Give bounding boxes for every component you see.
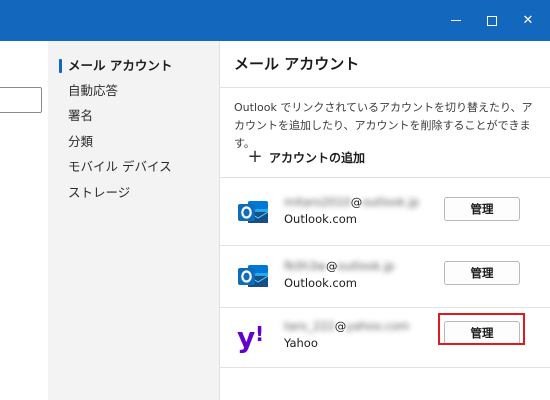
email-domain: outlook.jp	[362, 195, 420, 209]
nav-item-mail-accounts[interactable]: メール アカウント	[68, 55, 172, 77]
email-domain: yahoo.com	[346, 319, 410, 333]
description: Outlook でリンクされているアカウントを切り替えたり、アカウントを追加した…	[234, 101, 533, 150]
highlight-box	[438, 313, 525, 345]
maximize-icon	[487, 15, 497, 26]
svg-text:y: y	[237, 321, 255, 353]
left-pane	[0, 41, 48, 400]
nav-item-categories[interactable]: 分類	[68, 131, 93, 153]
plus-icon: +	[247, 146, 263, 167]
search-input[interactable]	[0, 87, 42, 113]
account-provider: Outlook.com	[284, 276, 357, 290]
manage-button[interactable]: 管理	[444, 197, 520, 221]
manage-button[interactable]: 管理	[444, 261, 520, 285]
close-button[interactable]: ✕	[510, 0, 546, 41]
nav-item-auto-replies[interactable]: 自動応答	[68, 80, 118, 102]
account-provider: Outlook.com	[284, 212, 357, 226]
outlook-icon	[238, 265, 269, 287]
email-user: fk0h3w	[284, 259, 327, 273]
outlook-icon	[238, 201, 269, 223]
nav-item-storage[interactable]: ストレージ	[68, 182, 130, 204]
email-at: @	[350, 195, 363, 209]
account-email: fk0h3w@outlook.jp	[284, 259, 394, 273]
row-divider	[220, 367, 550, 368]
account-provider: Yahoo	[284, 336, 318, 350]
page-title: メール アカウント	[234, 55, 360, 73]
add-account-label: アカウントの追加	[269, 150, 366, 165]
account-email: taro_222@yahoo.com	[284, 319, 410, 333]
account-row: mitaro2010@outlook.jp Outlook.com 管理	[220, 183, 550, 239]
yahoo-icon: y !	[237, 321, 264, 353]
maximize-button[interactable]	[474, 0, 510, 41]
account-email: mitaro2010@outlook.jp	[284, 195, 419, 209]
minimize-button[interactable]	[438, 0, 474, 41]
main-content: メール アカウント Outlook でリンクされているアカウントを切り替えたり、…	[220, 41, 550, 400]
add-account-button[interactable]: + アカウントの追加	[246, 147, 365, 167]
email-at: @	[334, 319, 347, 333]
minimize-icon	[451, 20, 461, 21]
row-divider	[220, 245, 550, 246]
nav-item-signatures[interactable]: 署名	[68, 105, 93, 127]
account-row: fk0h3w@outlook.jp Outlook.com 管理	[220, 247, 550, 303]
close-icon: ✕	[522, 13, 534, 28]
active-indicator	[59, 59, 62, 73]
email-at: @	[326, 259, 338, 273]
row-divider	[220, 177, 550, 178]
settings-nav: メール アカウント 自動応答 署名 分類 モバイル デバイス ストレージ	[48, 41, 220, 400]
nav-item-mobile-devices[interactable]: モバイル デバイス	[68, 156, 172, 178]
email-domain: outlook.jp	[337, 259, 395, 273]
title-bar: ✕	[0, 0, 550, 41]
email-user: taro_222	[284, 319, 335, 333]
email-user: mitaro2010	[284, 195, 351, 209]
header-divider	[220, 87, 550, 88]
svg-text:!: !	[255, 322, 264, 346]
